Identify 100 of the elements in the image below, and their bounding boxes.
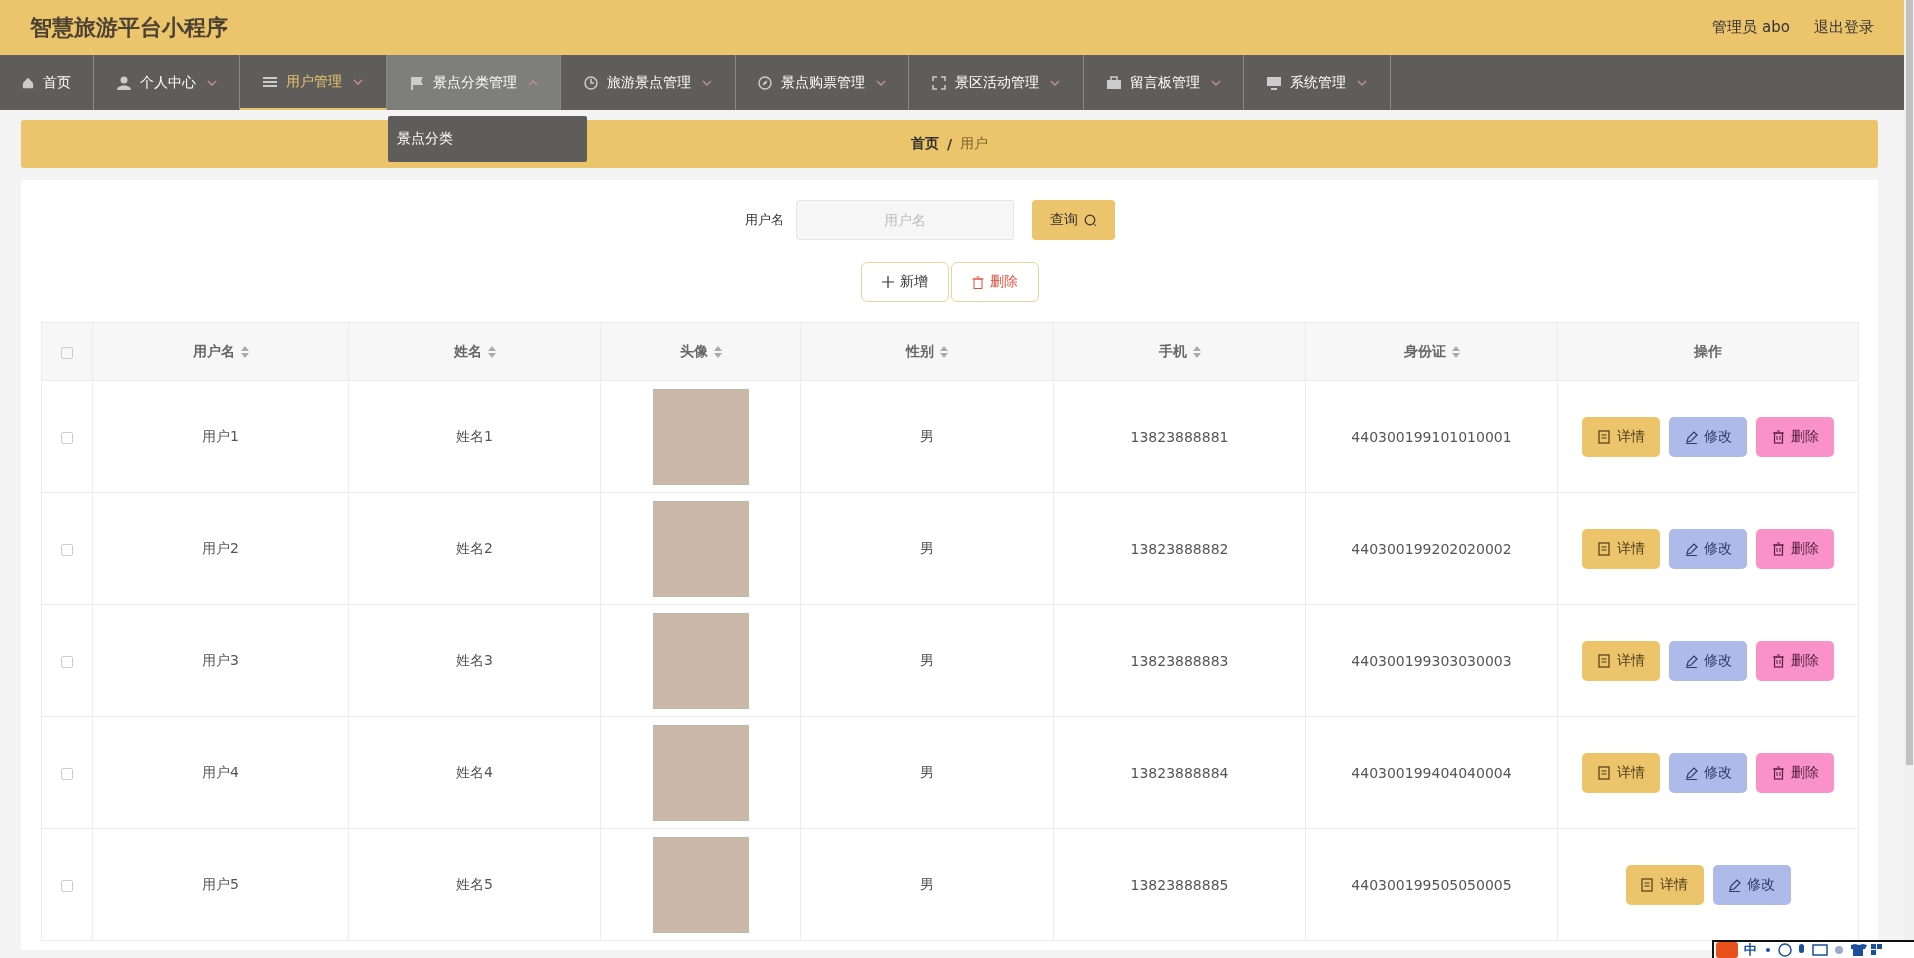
nav-menu-item[interactable]: 景区活动管理 (909, 55, 1084, 110)
pencil-icon (1684, 653, 1698, 668)
home-icon (22, 75, 34, 90)
table-cell: 男 (800, 380, 1054, 493)
sort-icon (1451, 345, 1460, 358)
trash-icon (1771, 765, 1785, 780)
edit-button[interactable]: 修改 (1669, 528, 1747, 569)
table-cell: 男 (800, 716, 1054, 829)
row-checkbox[interactable] (61, 543, 73, 556)
table-cell: 13823888883 (1053, 604, 1306, 717)
sort-icon (240, 345, 249, 358)
sort-icon (940, 345, 948, 358)
table-cell: 姓名2 (348, 492, 601, 605)
row-checkbox[interactable] (61, 431, 73, 444)
delete-button[interactable]: 删除 (1756, 752, 1834, 793)
caret-down-icon (876, 79, 886, 86)
search-button[interactable]: 查询 (1031, 200, 1115, 240)
column-header-label[interactable]: 头像 (679, 342, 708, 361)
caret-up-icon (527, 79, 538, 86)
trash-icon (971, 275, 984, 289)
compass-icon (758, 75, 772, 90)
table-cell: 440300199404040004 (1305, 716, 1558, 829)
detail-button[interactable]: 详情 (1625, 864, 1704, 905)
column-header-label[interactable]: 用户名 (192, 342, 235, 361)
pencil-icon (1684, 429, 1698, 444)
nav-menu-item[interactable]: 首页 (0, 55, 94, 110)
trash-icon (1771, 653, 1785, 668)
nav-menu-item[interactable]: 旅游景点管理 (561, 55, 736, 110)
delete-button[interactable]: 删除 (1756, 528, 1834, 569)
nav-menu-item[interactable]: 系统管理 (1244, 55, 1391, 110)
caret-down-icon (1210, 79, 1221, 86)
caret-down-icon (1357, 79, 1367, 86)
search-label: 用户名 (744, 211, 784, 229)
table-cell: 440300199202020002 (1305, 492, 1558, 605)
detail-button[interactable]: 详情 (1582, 640, 1660, 681)
search-field[interactable]: 用户名 (795, 200, 1014, 240)
row-checkbox[interactable] (61, 879, 73, 892)
table-cell: 13823888885 (1053, 828, 1306, 941)
breadcrumb-current: 用户 (960, 135, 989, 153)
flag-icon (409, 75, 424, 90)
document-icon (1597, 765, 1611, 780)
table-cell: 用户4 (92, 716, 349, 829)
table-cell: 姓名5 (348, 828, 601, 941)
table-cell: 440300199303030003 (1305, 604, 1558, 717)
logout-link[interactable]: 退出登录 (1814, 18, 1874, 37)
table-cell: 13823888882 (1053, 492, 1306, 605)
caret-down-icon (702, 79, 712, 86)
detail-button[interactable]: 详情 (1582, 752, 1660, 793)
sort-icon (713, 345, 722, 358)
row-checkbox[interactable] (61, 767, 73, 780)
breadcrumb-separator: / (946, 136, 953, 152)
plus-icon (881, 276, 894, 288)
table-cell: 男 (800, 604, 1054, 717)
column-header-label[interactable]: 身份证 (1403, 342, 1446, 361)
nav-menu-item[interactable]: 个人中心 (94, 55, 240, 110)
ime-logo-icon[interactable] (1716, 942, 1738, 958)
table-cell: 用户2 (92, 492, 349, 605)
delete-button[interactable]: 删除 (1756, 640, 1834, 681)
column-header-label[interactable]: 姓名 (453, 342, 482, 361)
table-cell: 440300199101010001 (1305, 380, 1558, 493)
edit-button[interactable]: 修改 (1669, 640, 1747, 681)
detail-button[interactable]: 详情 (1582, 416, 1660, 457)
caret-down-icon (353, 78, 363, 85)
nav-menu-item[interactable]: 景点购票管理 (736, 55, 909, 110)
admin-user-label: 管理员 abo (1712, 18, 1790, 37)
add-button[interactable]: 新增 (860, 262, 949, 302)
breadcrumb-link[interactable]: 首页 (910, 135, 939, 153)
column-header-label[interactable]: 性别 (906, 342, 934, 361)
pencil-icon (1684, 765, 1698, 780)
table-cell: 440300199505050005 (1305, 828, 1558, 941)
nav-menu-item[interactable]: 留言板管理 (1084, 55, 1244, 110)
select-all-checkbox[interactable] (61, 346, 73, 359)
table-cell: 姓名3 (348, 604, 601, 717)
delete-button[interactable]: 删除 (950, 262, 1039, 302)
sort-icon (487, 345, 496, 358)
dropdown-menu-item[interactable]: 景点分类 (397, 126, 578, 152)
briefcase-icon (1106, 75, 1121, 90)
fullscreen-icon (932, 75, 946, 90)
table-cell: 13823888881 (1053, 380, 1306, 493)
table-cell: 用户1 (92, 380, 349, 493)
sort-icon (1192, 345, 1201, 358)
delete-button[interactable]: 删除 (1756, 416, 1834, 457)
ime-mode-toggle[interactable]: 中 (1744, 941, 1757, 958)
detail-button[interactable]: 详情 (1582, 528, 1660, 569)
column-header: 操作 (1557, 322, 1859, 381)
user-icon (116, 75, 131, 90)
edit-button[interactable]: 修改 (1669, 752, 1747, 793)
scrollbar-thumb[interactable] (1906, 0, 1913, 765)
table-cell: 13823888884 (1053, 716, 1306, 829)
document-icon (1597, 541, 1611, 556)
clock-icon (584, 75, 598, 90)
table-cell: 姓名1 (348, 380, 601, 493)
app-title: 智慧旅游平台小程序 (30, 13, 229, 42)
edit-button[interactable]: 修改 (1712, 864, 1791, 905)
column-header-label[interactable]: 手机 (1158, 342, 1187, 361)
nav-menu-item[interactable]: 景点分类管理 (387, 55, 561, 110)
row-checkbox[interactable] (61, 655, 73, 668)
pencil-icon (1728, 877, 1741, 892)
table-cell: 用户5 (92, 828, 349, 941)
edit-button[interactable]: 修改 (1669, 416, 1747, 457)
